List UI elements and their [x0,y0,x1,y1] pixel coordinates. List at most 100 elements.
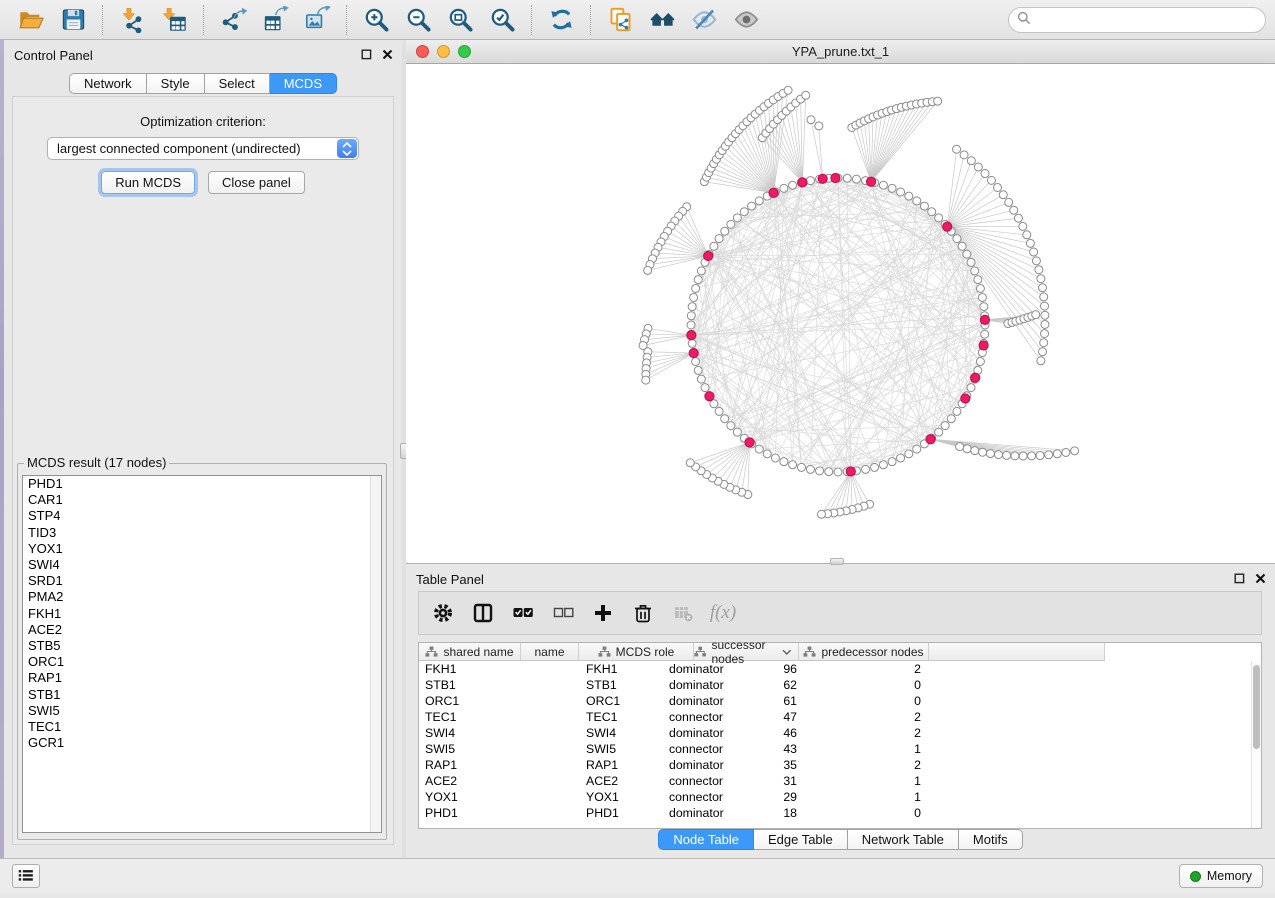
network-node[interactable] [913,445,921,453]
cell-shared-name[interactable]: RAP1 [425,757,457,773]
network-node[interactable] [974,163,982,171]
tab-network[interactable]: Network [69,73,147,94]
network-node[interactable] [690,293,698,301]
cell-predecessor-nodes[interactable]: 0 [859,693,921,709]
network-node[interactable] [694,366,702,374]
network-node[interactable] [1071,447,1079,455]
cell-name[interactable]: ORC1 [586,693,620,709]
sort-chevron-icon[interactable] [782,649,792,656]
column-header-successor-nodes[interactable]: successor nodes [694,643,799,661]
network-node[interactable] [727,422,735,430]
first-neighbors-icon[interactable] [647,5,677,35]
network-node[interactable] [715,407,723,415]
network-node[interactable] [1032,311,1040,319]
cell-successor-nodes[interactable]: 43 [735,741,797,757]
float-panel-icon[interactable] [1233,572,1246,585]
deselect-all-icon[interactable] [551,601,575,625]
show-all-icon[interactable] [731,5,761,35]
network-node[interactable] [1019,452,1027,460]
mcds-node[interactable] [689,348,698,357]
cell-shared-name[interactable]: TEC1 [425,709,456,725]
cell-name[interactable]: SWI4 [586,725,616,741]
network-node[interactable] [686,459,694,467]
network-node[interactable] [1026,239,1034,247]
network-node[interactable] [789,461,797,469]
network-node[interactable] [701,384,709,392]
table-row[interactable]: ACE2ACE2connector311 [419,773,1261,789]
cell-successor-nodes[interactable]: 46 [735,725,797,741]
copy-network-icon[interactable] [605,5,635,35]
export-table-icon[interactable] [260,5,290,35]
cell-mcds-role[interactable]: dominator [669,693,724,709]
network-node[interactable] [971,267,979,275]
network-visualization[interactable] [406,64,1275,563]
delete-row-icon[interactable] [631,601,655,625]
network-node[interactable] [1014,214,1022,222]
run-mcds-button[interactable]: Run MCDS [101,171,195,194]
cell-mcds-role[interactable]: dominator [669,725,724,741]
memory-button[interactable]: Memory [1179,864,1263,888]
add-row-icon[interactable] [591,601,615,625]
cell-shared-name[interactable]: STB1 [425,677,456,693]
mcds-node[interactable] [926,435,935,444]
network-node[interactable] [802,91,810,99]
network-node[interactable] [1023,231,1031,239]
mcds-node[interactable] [866,177,875,186]
network-node[interactable] [755,197,763,205]
network-node[interactable] [740,208,748,216]
cell-predecessor-nodes[interactable]: 2 [859,757,921,773]
network-node[interactable] [642,376,650,384]
cell-predecessor-nodes[interactable]: 2 [859,709,921,725]
tab-network-table[interactable]: Network Table [848,829,959,850]
mcds-result-item[interactable]: ORC1 [23,654,381,670]
mcds-result-item[interactable]: TEC1 [23,719,381,735]
network-node[interactable] [956,443,964,451]
network-node[interactable] [935,428,943,436]
network-node[interactable] [905,192,913,200]
mcds-result-item[interactable]: YOX1 [23,541,381,557]
network-node[interactable] [879,461,887,469]
cell-name[interactable]: ACE2 [586,773,618,789]
table-row[interactable]: SWI4SWI4dominator462 [419,725,1261,741]
column-header-name[interactable]: name [521,643,579,661]
cell-successor-nodes[interactable]: 62 [735,677,797,693]
cell-mcds-role[interactable]: dominator [669,757,724,773]
network-node[interactable] [721,415,729,423]
cell-name[interactable]: SWI5 [586,741,616,757]
network-node[interactable] [981,330,989,338]
select-all-icon[interactable] [511,601,535,625]
cell-name[interactable]: RAP1 [586,757,618,773]
network-node[interactable] [687,321,695,329]
export-network-icon[interactable] [218,5,248,35]
network-node[interactable] [960,151,968,159]
network-node[interactable] [1038,348,1046,356]
table-scrollbar[interactable] [1251,661,1261,828]
show-panels-button[interactable] [12,864,40,888]
mcds-result-item[interactable]: STB5 [23,638,381,654]
network-node[interactable] [994,451,1002,459]
float-panel-icon[interactable] [360,48,373,61]
network-node[interactable] [981,170,989,178]
mcds-result-item[interactable]: STP4 [23,508,381,524]
mcds-node[interactable] [831,173,840,182]
network-node[interactable] [1010,206,1018,214]
criterion-dropdown[interactable]: largest connected component (undirected) [47,137,359,160]
cell-mcds-role[interactable]: connector [669,741,723,757]
network-node[interactable] [980,303,988,311]
network-node[interactable] [748,202,756,210]
close-panel-button[interactable]: Close panel [208,171,305,194]
network-window-titlebar[interactable]: YPA_prune.txt_1 [406,40,1275,64]
network-node[interactable] [976,358,984,366]
mcds-node[interactable] [769,188,778,197]
cell-successor-nodes[interactable]: 29 [735,789,797,805]
tab-node-table[interactable]: Node Table [658,829,754,850]
network-node[interactable] [692,284,700,292]
tab-edge-table[interactable]: Edge Table [754,829,848,850]
network-node[interactable] [755,445,763,453]
network-node[interactable] [1035,266,1043,274]
network-node[interactable] [852,175,860,183]
network-node[interactable] [1053,450,1061,458]
table-row[interactable]: PHD1PHD1dominator180 [419,805,1261,821]
network-node[interactable] [710,242,718,250]
network-node[interactable] [1040,339,1048,347]
